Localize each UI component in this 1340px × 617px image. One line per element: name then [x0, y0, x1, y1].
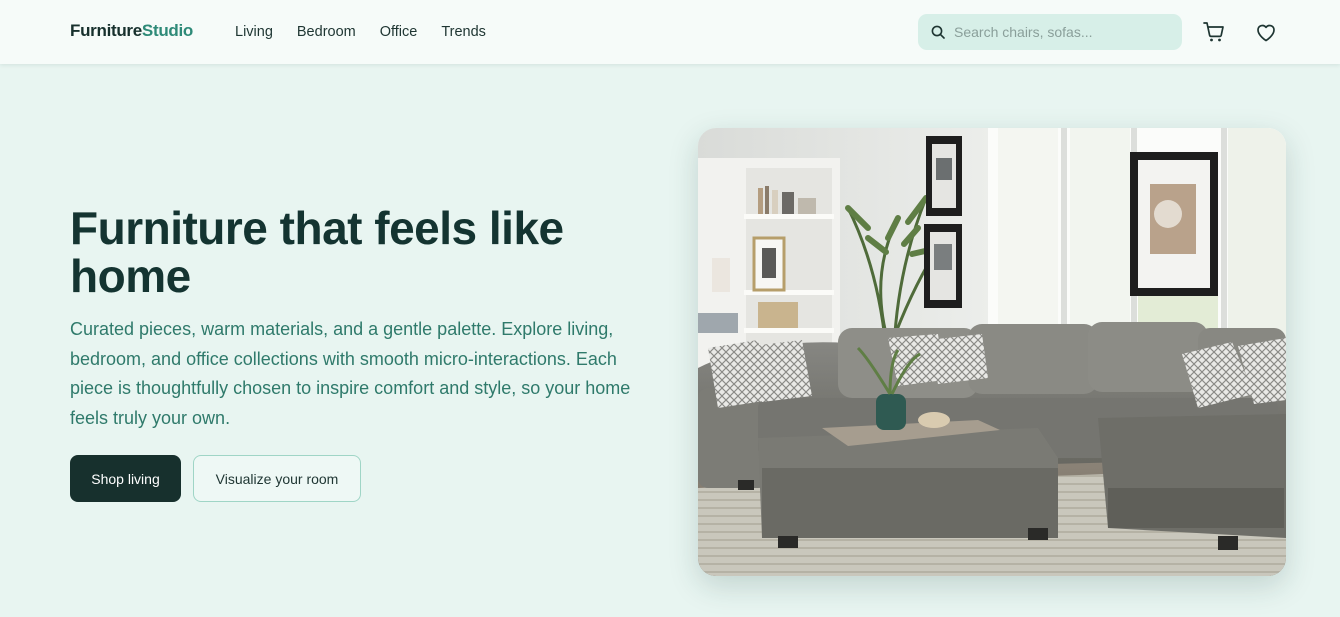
main-nav: Living Bedroom Office Trends — [235, 24, 510, 40]
search-icon — [931, 25, 945, 39]
search-bar[interactable] — [918, 14, 1182, 50]
site-header: FurnitureStudio Living Bedroom Office Tr… — [0, 0, 1340, 64]
search-input[interactable] — [954, 14, 1174, 50]
nav-item-living[interactable]: Living — [235, 24, 273, 40]
brand-logo[interactable]: FurnitureStudio — [70, 21, 193, 41]
brand-name-accent: Studio — [141, 21, 193, 40]
visualize-room-button[interactable]: Visualize your room — [193, 455, 361, 502]
cart-icon[interactable] — [1202, 20, 1226, 44]
nav-item-office[interactable]: Office — [380, 24, 418, 40]
hero-description: Curated pieces, warm materials, and a ge… — [70, 319, 631, 428]
living-room-illustration — [698, 128, 1286, 576]
hero-title: Furniture that feels like home — [70, 202, 564, 302]
shop-living-button[interactable]: Shop living — [70, 455, 181, 502]
brand-name-primary: Furniture — [70, 21, 142, 40]
nav-item-trends[interactable]: Trends — [441, 24, 486, 40]
heart-icon[interactable] — [1254, 20, 1278, 44]
nav-item-bedroom[interactable]: Bedroom — [297, 24, 356, 40]
hero-image — [698, 128, 1286, 576]
